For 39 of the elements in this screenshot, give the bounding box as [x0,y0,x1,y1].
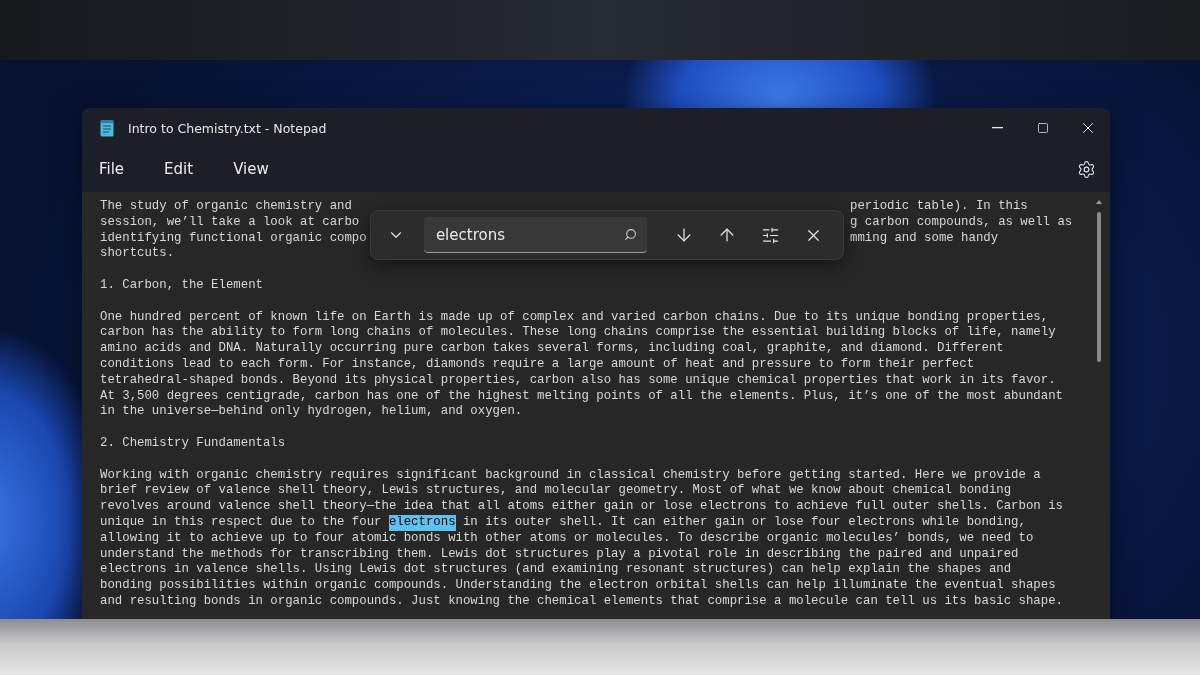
settings-icon [1077,159,1096,179]
notepad-icon [100,119,114,137]
minimize-icon [992,127,1003,129]
text-line: bonding possibilities within organic compounds. Understanding the electron orbital shells can help illuminate the eventual shapes [100,578,1056,594]
sliders-icon [760,225,780,245]
text-line: identifying functional organic compo [100,230,367,247]
text-line: amino acids and DNA. Naturally occurring pure carbon takes several forms, including coal, graphite, and diamond. Different [100,341,1004,357]
text-line: session, we’ll take a look at carbo [100,214,360,231]
menu-item[interactable]: Edit [153,154,205,184]
text-line: carbon has the ability to form long chains of molecules. These long chains comprise the essential building blocks of life, namely [100,325,1056,342]
text-line: allowing it to achieve up to four atomic bonds with other atoms or molecules. To describe organic molecules’ bonds, we need to [100,530,1034,547]
text-line: tetrahedral-shaped bonds. Beyond its physical properties, carbon also has some unique chemical properties that work in its favor. [100,372,1056,389]
text-line: brief review of valence shell theory, Lewis structures, and molecular geometry. Most of what we know about chemical bonding [100,483,1012,500]
menu-item[interactable]: File [88,154,136,184]
maximize-icon [1036,122,1049,134]
text-line: understand the methods for transcribing them. Lewis dot structures play a pivotal role in describing the paired and unpaired [100,546,1019,563]
menu-item[interactable]: View [222,154,280,184]
text-editor[interactable] [82,192,1110,619]
text-line: in its outer shell. It can either gain or lose four electrons while bonding, [462,514,1026,531]
text-line: and resulting bonds in organic compounds. Just knowing the chemical elements that comprise a molecule can tell us its basic shape. [100,593,1063,610]
text-line: g carbon compounds, as well as [850,214,1074,231]
text-line: revolves around valence shell theory—the idea that all atoms either gain or lose electrons to achieve full outer shells. Carbon is [100,499,1063,515]
text-line: mming and some handy [850,230,1000,247]
window-title: Intro to Chemistry.txt - Notepad [128,120,328,136]
search-icon [624,228,638,241]
text-line: electrons in valence shells. Using Lewis dot structures (and examining resonant structures) can help explain the shapes and [100,562,1012,579]
text-line: in the universe—behind only hydrogen, helium, and oxygen. [100,404,523,421]
text-line: 1. Carbon, the Element [100,278,263,294]
text-line: 2. Chemistry Fundamentals [100,435,286,452]
search-field[interactable]: electrons [423,217,648,253]
text-line: conditions lead to each form. For instance, diamonds require a large amount of heat and pressure to form their perfect [100,356,975,373]
text-line: The study of organic chemistry and [100,199,352,215]
text-line: unique in this respect due to the four [100,514,382,531]
text-line: At 3,500 degrees centigrade, carbon has one of the highest melting points of all the elements. Plus, it’s one of the most abundant [100,388,1063,405]
text-line: shortcuts. [100,246,175,263]
search-match: electrons [388,514,456,531]
text-line: One hundred percent of known life on Earth is made up of complex and varied carbon chains. Due to its unique bonding properties, [100,309,1049,326]
text-line: Working with organic chemistry requires significant background in classical chemistry before getting started. Here we provide a [100,467,1041,484]
text-line: periodic table). In this [850,199,1029,215]
